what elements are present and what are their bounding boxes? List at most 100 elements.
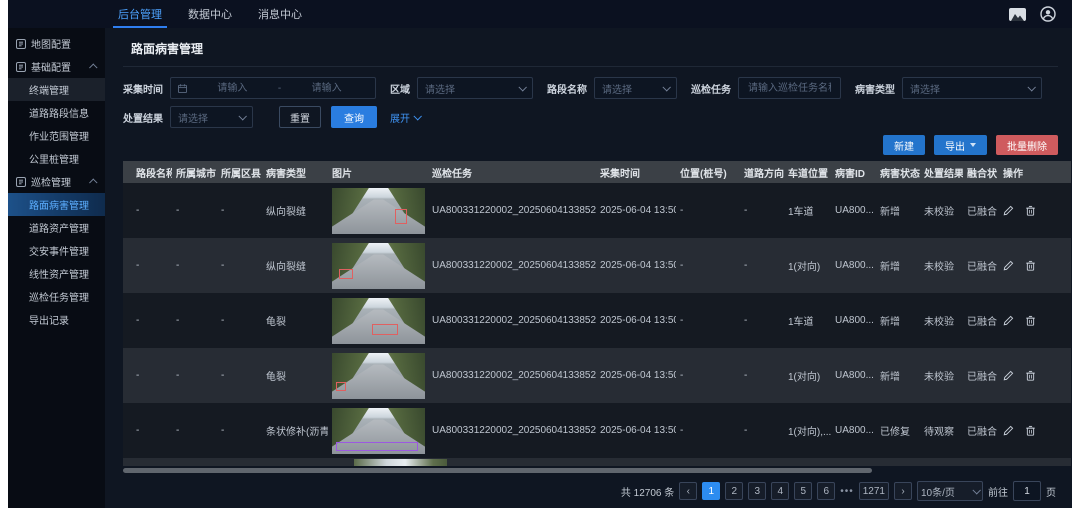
- reset-button[interactable]: 重置: [279, 106, 321, 128]
- area-select[interactable]: 请选择: [417, 77, 533, 99]
- base-config-icon: [16, 62, 26, 72]
- cell-disease-type: 纵向裂缝: [262, 238, 328, 293]
- inspection-task-input-box[interactable]: [738, 77, 841, 99]
- cell-disease-status: 新增: [876, 348, 920, 403]
- cell-stake-position: -: [676, 238, 740, 293]
- detection-bounding-box: [372, 324, 398, 335]
- edit-icon[interactable]: [1003, 260, 1014, 271]
- delete-icon[interactable]: [1025, 205, 1036, 216]
- sidebar-item-线性资产管理[interactable]: 线性资产管理: [8, 262, 105, 285]
- screenshot-icon[interactable]: [1009, 8, 1026, 21]
- total-count: 共 12706 条: [621, 484, 674, 499]
- page-button-6[interactable]: 6: [817, 482, 835, 500]
- edit-icon[interactable]: [1003, 370, 1014, 381]
- cell-disease-id: UA800...: [831, 293, 876, 348]
- column-header-病害状态: 病害状态: [876, 161, 920, 183]
- edit-icon[interactable]: [1003, 425, 1014, 436]
- cell-disease-id: UA800...: [831, 238, 876, 293]
- cell-road-direction: -: [740, 238, 784, 293]
- column-header-路段名称: 路段名称: [123, 161, 172, 183]
- sidebar-item-道路资产管理[interactable]: 道路资产管理: [8, 216, 105, 239]
- chevron-down-icon: [972, 486, 980, 494]
- page-button-3[interactable]: 3: [748, 482, 766, 500]
- cell-lane-position: 1(对向),...: [784, 403, 831, 458]
- sidebar-item-导出记录[interactable]: 导出记录: [8, 308, 105, 331]
- sidebar-item-终端管理[interactable]: 终端管理: [8, 78, 105, 101]
- sidebar-item-交安事件管理[interactable]: 交安事件管理: [8, 239, 105, 262]
- goto-page-input[interactable]: [1013, 481, 1041, 501]
- cell-disease-type: 条状修补(沥青): [262, 403, 328, 458]
- column-header-道路方向: 道路方向: [740, 161, 784, 183]
- sidebar-item-作业范围管理[interactable]: 作业范围管理: [8, 124, 105, 147]
- date-start-input[interactable]: [191, 82, 274, 95]
- sidebar-item-公里桩管理[interactable]: 公里桩管理: [8, 147, 105, 170]
- nav-tab-数据中心[interactable]: 数据中心: [175, 0, 245, 28]
- column-header-处置结果: 处置结果: [920, 161, 963, 183]
- scrollbar-thumb[interactable]: [123, 468, 872, 473]
- sidebar-item-label: 基础配置: [31, 59, 71, 74]
- cell-city: -: [172, 238, 217, 293]
- sidebar-item-巡检任务管理[interactable]: 巡检任务管理: [8, 285, 105, 308]
- page-size-select[interactable]: 10条/页: [917, 481, 983, 501]
- disease-type-placeholder: 请选择: [910, 81, 940, 96]
- handle-result-select[interactable]: 请选择: [170, 106, 253, 128]
- sidebar-item-路面病害管理[interactable]: 路面病害管理: [8, 193, 105, 216]
- query-button[interactable]: 查询: [331, 106, 377, 128]
- road-photo-thumbnail[interactable]: [332, 353, 425, 399]
- road-photo-thumbnail[interactable]: [332, 243, 425, 289]
- page-button-2[interactable]: 2: [725, 482, 743, 500]
- road-name-select[interactable]: 请选择: [594, 77, 677, 99]
- chevron-down-icon: [1027, 83, 1035, 91]
- road-photo-thumbnail[interactable]: [332, 298, 425, 344]
- create-button[interactable]: 新建: [883, 135, 925, 155]
- cell-disease-status: 新增: [876, 183, 920, 238]
- sidebar-item-label: 路面病害管理: [29, 197, 89, 212]
- cell-fusion-status: 已融合: [963, 348, 999, 403]
- inspection-task-input[interactable]: [746, 82, 833, 95]
- date-range-picker[interactable]: -: [170, 77, 376, 99]
- export-button[interactable]: 导出: [934, 135, 987, 155]
- sidebar-item-地图配置[interactable]: 地图配置: [8, 32, 105, 55]
- batch-delete-button[interactable]: 批量删除: [996, 135, 1058, 155]
- disease-type-select[interactable]: 请选择: [902, 77, 1042, 99]
- sidebar-item-道路路段信息[interactable]: 道路路段信息: [8, 101, 105, 124]
- horizontal-scrollbar[interactable]: [123, 468, 1071, 474]
- delete-icon[interactable]: [1025, 370, 1036, 381]
- table-row: ---龟裂UA800331220002_20250604133852059202…: [123, 293, 1071, 348]
- user-avatar-icon[interactable]: [1040, 6, 1056, 22]
- cell-disease-type: 纵向裂缝: [262, 183, 328, 238]
- page-button-1[interactable]: 1: [702, 482, 720, 500]
- column-header-位置(桩号): 位置(桩号): [676, 161, 740, 183]
- next-page-button[interactable]: ›: [894, 482, 912, 500]
- cell-road-name: -: [123, 293, 172, 348]
- road-photo-thumbnail[interactable]: [332, 408, 425, 454]
- cell-fusion-status: 已融合: [963, 403, 999, 458]
- sidebar-item-基础配置[interactable]: 基础配置: [8, 55, 105, 78]
- partial-next-row: [123, 458, 1071, 466]
- prev-page-button[interactable]: ‹: [679, 482, 697, 500]
- date-end-input[interactable]: [285, 82, 368, 95]
- edit-icon[interactable]: [1003, 315, 1014, 326]
- column-header-所属区县: 所属区县: [217, 161, 262, 183]
- expand-link[interactable]: 展开: [390, 110, 420, 125]
- cell-disease-type: 龟裂: [262, 348, 328, 403]
- delete-icon[interactable]: [1025, 425, 1036, 436]
- cell-handle-result: 未校验: [920, 293, 963, 348]
- cell-county: -: [217, 403, 262, 458]
- sidebar-item-巡检管理[interactable]: 巡检管理: [8, 170, 105, 193]
- filter-row-1: 采集时间 - 区域 请选择 路段名称 请选择: [123, 77, 1058, 99]
- cell-collect-time: 2025-06-04 13:50: [596, 293, 676, 348]
- page-button-4[interactable]: 4: [771, 482, 789, 500]
- cell-fusion-status: 已融合: [963, 183, 999, 238]
- edit-icon[interactable]: [1003, 205, 1014, 216]
- main-content: 路面病害管理 采集时间 - 区域 请选择 路段名称: [105, 28, 1072, 508]
- nav-tab-消息中心[interactable]: 消息中心: [245, 0, 315, 28]
- delete-icon[interactable]: [1025, 315, 1036, 326]
- delete-icon[interactable]: [1025, 260, 1036, 271]
- page-button-5[interactable]: 5: [794, 482, 812, 500]
- sidebar-menu: 地图配置基础配置终端管理道路路段信息作业范围管理公里桩管理巡检管理路面病害管理道…: [8, 28, 105, 508]
- nav-tab-后台管理[interactable]: 后台管理: [105, 0, 175, 28]
- road-photo-thumbnail[interactable]: [332, 188, 425, 234]
- last-page-button[interactable]: 1271: [859, 482, 889, 500]
- table-row: ---条状修补(沥青)UA800331220002_20250604133852…: [123, 403, 1071, 458]
